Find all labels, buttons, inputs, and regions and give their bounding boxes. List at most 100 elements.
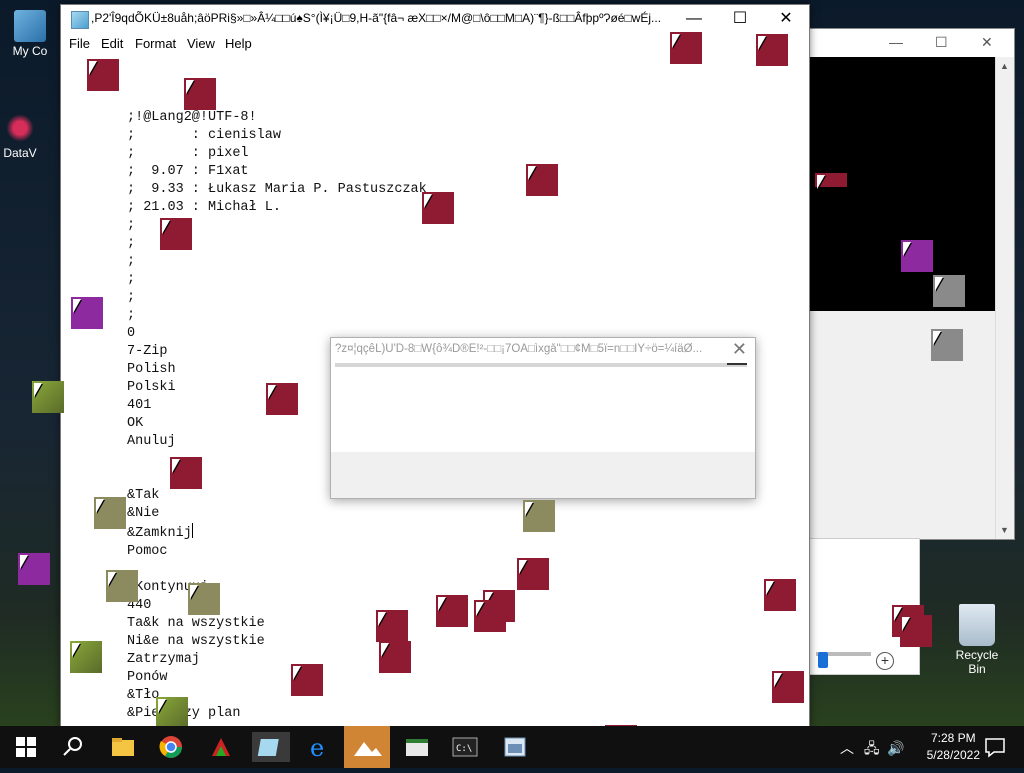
dialog-title: ?z¤¦qçêL)Ù'D-8□W{ô¾D®Ê!²-□□¡7ÕÂ□ìxgå"□□¢…	[335, 343, 703, 355]
glitch-artifact	[756, 34, 788, 66]
volume-icon[interactable]: 🔊	[887, 740, 904, 756]
window-title: ,P2'Î9qdÕKÜ±8uåh;âöPRi§»□»Â¼□□ú♠S°(Ì¥¡Ü□…	[91, 11, 662, 25]
mouse-cursor-icon	[73, 299, 81, 313]
progress-bar	[335, 363, 747, 367]
text-line: ; : pixel	[127, 146, 249, 161]
mouse-cursor-icon	[108, 572, 116, 586]
glitch-artifact	[933, 275, 965, 307]
computer-icon	[14, 10, 46, 42]
glitch-artifact	[266, 383, 298, 415]
text-line: Pomoc	[127, 544, 168, 559]
photos-app-icon[interactable]	[344, 726, 390, 768]
text-line: ; 9.33 : Łukasz Maria P. Pastuszczak	[127, 182, 427, 197]
mouse-cursor-icon	[672, 34, 680, 48]
close-button[interactable]: ✕	[763, 5, 809, 33]
app-window-icon[interactable]	[402, 732, 432, 762]
clock-date: 5/28/2022	[926, 748, 980, 762]
glitch-artifact	[32, 381, 64, 413]
console-titlebar[interactable]: — ☐ ✕	[809, 29, 1014, 57]
internet-explorer-icon[interactable]: e	[304, 732, 334, 762]
glitch-artifact	[184, 78, 216, 110]
glitch-artifact	[422, 192, 454, 224]
menu-format[interactable]: Format	[135, 36, 176, 51]
maximize-button[interactable]: ☐	[935, 34, 948, 51]
image-viewer-icon[interactable]	[500, 732, 530, 762]
glitch-artifact	[71, 297, 103, 329]
mouse-cursor-icon	[96, 499, 104, 513]
glitch-artifact	[931, 329, 963, 361]
desktop-icon-datav[interactable]: DataV	[0, 112, 50, 160]
text-line: ;	[127, 272, 136, 287]
minimize-button[interactable]: —	[889, 34, 903, 50]
mouse-cursor-icon	[774, 673, 782, 687]
close-button[interactable]: ✕	[981, 34, 993, 51]
zoom-slider-thumb[interactable]	[818, 652, 828, 668]
glitch-artifact	[670, 32, 702, 64]
notepad-icon	[71, 11, 89, 29]
text-caret	[191, 523, 193, 538]
glitch-artifact	[170, 457, 202, 489]
text-line: ;	[127, 308, 136, 323]
dialog-close-button[interactable]: ✕	[732, 339, 747, 360]
desktop-icon-label: Recycle Bin	[955, 648, 999, 676]
notepad-titlebar[interactable]: ,P2'Î9qdÕKÜ±8uåh;âöPRi§»□»Â¼□□ú♠S°(Ì¥¡Ü□…	[61, 5, 809, 33]
mouse-cursor-icon	[293, 666, 301, 680]
glitch-artifact	[764, 579, 796, 611]
glitch-artifact	[291, 664, 323, 696]
mouse-cursor-icon	[20, 555, 28, 569]
zoom-in-icon[interactable]: +	[876, 652, 894, 670]
network-icon[interactable]: 🖧	[864, 740, 880, 756]
minimize-button[interactable]: —	[671, 5, 717, 33]
taskbar: e C:\ ︿ 🖧 🔊 7:28 PM 5/28/2022	[0, 726, 1024, 768]
console-blank-area	[809, 311, 995, 539]
svg-text:e: e	[310, 734, 324, 762]
datav-app-icon	[4, 112, 36, 144]
system-tray: ︿ 🖧 🔊	[840, 738, 905, 762]
glitch-artifact	[901, 240, 933, 272]
mouse-cursor-icon	[758, 36, 766, 50]
notification-icon[interactable]	[980, 732, 1010, 762]
progress-dialog[interactable]: ?z¤¦qçêL)Ù'D-8□W{ô¾D®Ê!²-□□¡7ÕÂ□ìxgå"□□¢…	[330, 337, 756, 499]
desktop-icon-recycle-bin[interactable]: Recycle Bin	[946, 604, 1008, 676]
mouse-cursor-icon	[528, 166, 536, 180]
mouse-cursor-icon	[903, 242, 911, 256]
desktop-icon-label: DataV	[3, 146, 37, 160]
menu-view[interactable]: View	[187, 36, 215, 51]
glitch-artifact	[87, 59, 119, 91]
text-line: ; 21.03 : Michał L.	[127, 200, 281, 215]
vertical-scrollbar[interactable]: ▲ ▼	[995, 57, 1014, 539]
start-button[interactable]	[12, 732, 42, 762]
menu-file[interactable]: File	[69, 36, 90, 51]
progress-bar-fill	[727, 363, 747, 365]
chrome-icon[interactable]	[156, 732, 186, 762]
mouse-cursor-icon	[268, 385, 276, 399]
paint-app-icon[interactable]	[206, 732, 236, 762]
clock[interactable]: 7:28 PM 5/28/2022	[927, 730, 980, 764]
mouse-cursor-icon	[519, 560, 527, 574]
mouse-cursor-icon	[902, 617, 910, 631]
file-explorer-icon[interactable]	[108, 732, 138, 762]
chevron-up-icon[interactable]: ︿	[840, 740, 854, 756]
notepad-taskbar-icon[interactable]	[252, 732, 290, 762]
scroll-up-icon[interactable]: ▲	[1000, 61, 1009, 71]
menu-edit[interactable]: Edit	[101, 36, 123, 51]
mouse-cursor-icon	[172, 459, 180, 473]
console-window[interactable]: — ☐ ✕ ▲ ▼	[808, 28, 1015, 540]
mouse-cursor-icon	[378, 612, 386, 626]
command-prompt-icon[interactable]: C:\	[450, 732, 480, 762]
svg-text:C:\: C:\	[456, 744, 472, 754]
search-icon[interactable]	[58, 732, 88, 762]
mouse-cursor-icon	[162, 220, 170, 234]
mouse-cursor-icon	[381, 643, 389, 657]
text-line: &Kontynuuj	[127, 580, 209, 595]
glitch-artifact	[474, 600, 506, 632]
glitch-artifact	[70, 641, 102, 673]
maximize-button[interactable]: ☐	[717, 5, 763, 33]
text-line: &Zamknij	[127, 523, 427, 543]
scroll-down-icon[interactable]: ▼	[1000, 525, 1009, 535]
mouse-cursor-icon	[190, 585, 198, 599]
menu-help[interactable]: Help	[225, 36, 252, 51]
glitch-artifact	[106, 570, 138, 602]
desktop-icon-my-computer[interactable]: My Co	[0, 10, 60, 58]
mouse-cursor-icon	[89, 61, 97, 75]
